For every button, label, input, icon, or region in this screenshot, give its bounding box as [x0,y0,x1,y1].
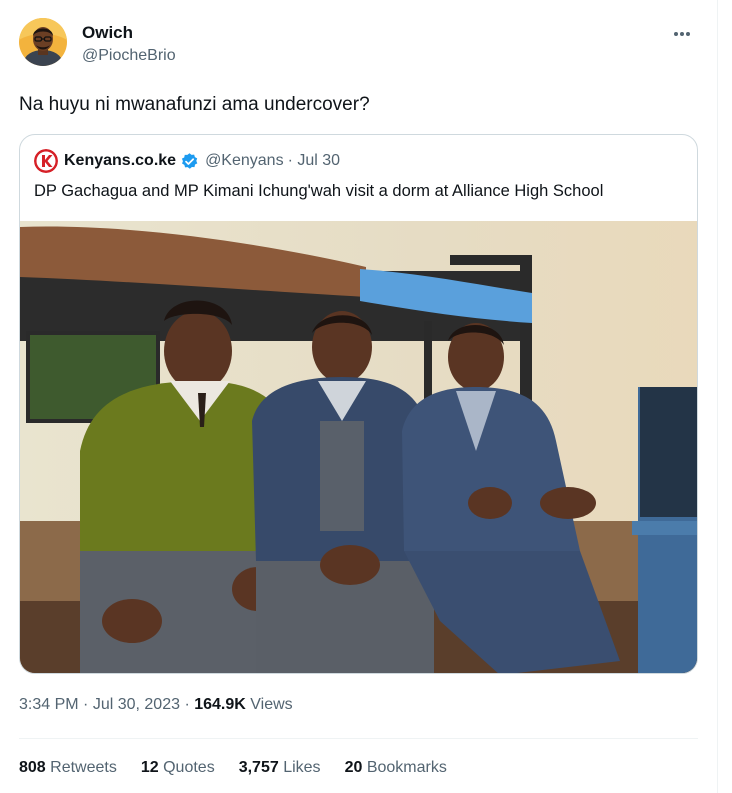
meta-separator: · [180,696,195,713]
quoted-tweet-header: Kenyans.co.ke @Kenyans · Jul 30 [34,149,340,173]
likes-stat[interactable]: 3,757 Likes [239,757,321,779]
bookmarks-label: Bookmarks [366,759,447,776]
more-options-button[interactable] [668,20,696,48]
quoted-tweet-card[interactable]: Kenyans.co.ke @Kenyans · Jul 30 DP Gacha… [19,134,698,674]
bookmarks-stat[interactable]: 20 Bookmarks [345,757,447,779]
author-handle[interactable]: @PiocheBrio [82,45,176,67]
retweets-label: Retweets [50,759,117,776]
quotes-count: 12 [140,759,159,776]
tweet-header: Owich @PiocheBrio [19,18,709,70]
profile-avatar-icon [19,18,67,66]
quoted-date[interactable]: · Jul 30 [288,152,340,170]
column-border [717,0,718,793]
retweets-stat[interactable]: 808 Retweets [19,757,117,779]
retweets-count: 808 [19,759,46,776]
views-label: Views [245,696,293,713]
author-display-name[interactable]: Owich [82,22,176,44]
tweet-date[interactable]: Jul 30, 2023 [93,696,180,713]
tweet-text: Na huyu ni mwanafunzi ama undercover? [19,94,370,115]
likes-count: 3,757 [238,759,279,776]
verified-badge-icon [181,152,198,169]
dorm-visit-photo[interactable] [20,221,698,674]
quoted-author-name[interactable]: Kenyans.co.ke [64,152,176,170]
likes-label: Likes [283,759,321,776]
more-horizontal-icon [674,32,690,36]
bookmarks-count: 20 [344,759,363,776]
engagement-stats: 808 Retweets 12 Quotes 3,757 Likes 20 Bo… [19,757,471,779]
tweet-time[interactable]: 3:34 PM [19,696,79,713]
quoted-tweet-text: DP Gachagua and MP Kimani Ichung'wah vis… [34,182,604,200]
stats-divider [19,738,698,739]
meta-separator: · [78,696,93,713]
views-count[interactable]: 164.9K [194,696,246,713]
author-names: Owich @PiocheBrio [82,22,176,67]
author-avatar[interactable] [19,18,67,66]
quoted-author-handle[interactable]: @Kenyans [205,152,284,170]
kenyans-logo-icon [34,149,58,173]
quotes-stat[interactable]: 12 Quotes [141,757,215,779]
tweet-meta: 3:34 PM · Jul 30, 2023 · 164.9K Views [19,694,293,716]
quotes-label: Quotes [163,759,215,776]
